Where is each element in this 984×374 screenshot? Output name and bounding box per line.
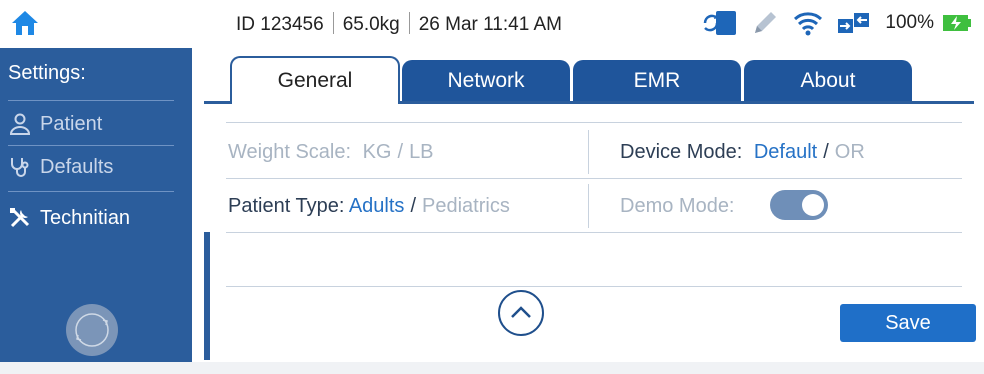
option-separator: / (397, 141, 404, 163)
tab-about[interactable]: About (744, 60, 912, 101)
demo-mode-label: Demo Mode: (620, 195, 735, 217)
weight-scale-setting: Weight Scale: KG / LB (228, 141, 434, 164)
sidebar-divider (8, 191, 174, 192)
save-button[interactable]: Save (840, 304, 976, 342)
tab-network[interactable]: Network (402, 60, 570, 101)
device-mode-or[interactable]: OR (835, 141, 865, 163)
patient-type-setting: Patient Type: Adults / Pediatrics (228, 195, 510, 218)
sidebar-divider (8, 100, 174, 101)
weight-scale-lb[interactable]: LB (409, 141, 433, 163)
refresh-icon (75, 313, 109, 347)
device-mode-label: Device Mode: (620, 141, 743, 163)
settings-sidebar: Settings: Patient Defaults Technitian (0, 48, 192, 374)
divider (588, 130, 589, 174)
demo-mode-toggle[interactable] (770, 190, 828, 220)
battery-charging-icon (943, 15, 971, 31)
status-info: ID 123456 65.0kg 26 Mar 11:41 AM (236, 12, 562, 36)
sidebar-item-label: Defaults (40, 155, 114, 178)
divider (226, 232, 962, 233)
device-mode-default[interactable]: Default (754, 141, 817, 163)
sidebar-item-label: Patient (40, 112, 103, 135)
toggle-knob (802, 194, 824, 216)
refresh-button[interactable] (66, 304, 118, 356)
stethoscope-icon (11, 158, 29, 177)
divider (226, 178, 962, 179)
person-icon (9, 113, 31, 135)
patient-weight: 65.0kg (342, 14, 400, 35)
divider (226, 122, 962, 123)
scroll-indicator[interactable] (204, 232, 210, 360)
tab-general[interactable]: General (230, 56, 400, 104)
bottom-strip (0, 362, 984, 374)
general-settings-panel: Weight Scale: KG / LB Device Mode: Default… (226, 108, 976, 360)
sidebar-item-label: Technitian (40, 206, 131, 229)
tab-bar: General Network EMR About (204, 56, 974, 104)
sidebar-item-patient[interactable]: Patient (8, 106, 102, 142)
divider (588, 184, 589, 228)
collapse-button[interactable] (498, 290, 544, 336)
weight-scale-label: Weight Scale: (228, 141, 352, 163)
sidebar-item-defaults[interactable]: Defaults (8, 149, 113, 185)
battery-percentage: 100% (885, 12, 934, 33)
status-separator (332, 12, 334, 34)
data-transfer-icon[interactable] (837, 10, 871, 36)
status-icons: 100% (701, 8, 972, 38)
pencil-icon[interactable] (751, 9, 779, 37)
wifi-icon[interactable] (793, 10, 823, 36)
patient-id: ID 123456 (236, 14, 324, 35)
tools-icon (10, 208, 30, 228)
home-icon[interactable] (10, 8, 40, 38)
device-mode-setting: Device Mode: Default / OR (620, 141, 865, 164)
settings-content: General Network EMR About Weight Scale: … (204, 48, 984, 374)
tab-emr[interactable]: EMR (573, 60, 741, 101)
status-bar: ID 123456 65.0kg 26 Mar 11:41 AM 100% (0, 0, 984, 48)
option-separator: / (410, 195, 416, 217)
patient-type-label: Patient Type: (228, 195, 345, 217)
patient-type-pediatrics[interactable]: Pediatrics (422, 195, 510, 217)
status-separator (408, 12, 410, 34)
weight-scale-kg[interactable]: KG (363, 141, 392, 163)
sidebar-title: Settings: (8, 62, 86, 84)
divider (226, 286, 962, 287)
sync-icon[interactable] (701, 10, 737, 36)
status-datetime: 26 Mar 11:41 AM (418, 14, 563, 35)
option-separator: / (823, 141, 829, 163)
chevron-up-icon (511, 306, 531, 318)
patient-type-adults[interactable]: Adults (349, 195, 405, 217)
sidebar-item-technitian[interactable]: Technitian (8, 200, 130, 236)
sidebar-divider (8, 145, 174, 146)
